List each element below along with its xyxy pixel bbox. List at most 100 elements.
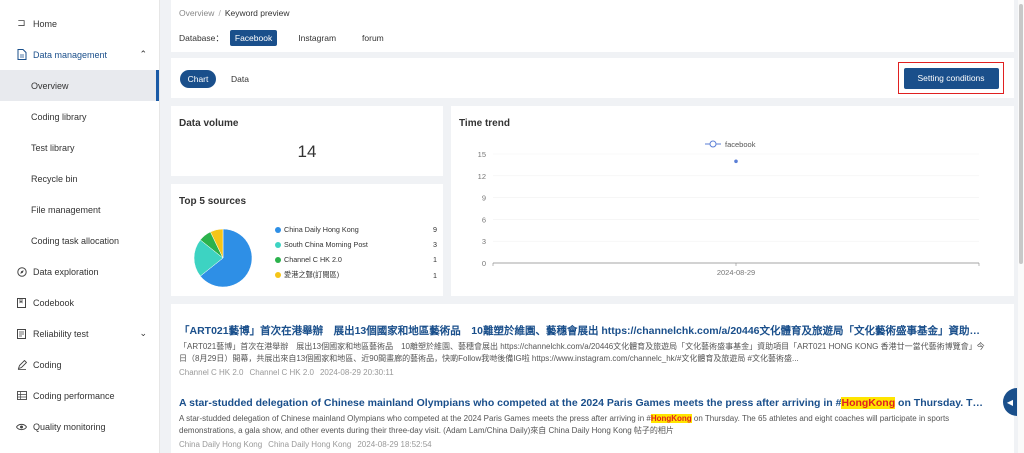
- sidebar-subitem-test-library[interactable]: Test library: [0, 132, 159, 163]
- sidebar-item-label: Reliability test: [33, 328, 89, 339]
- book-icon: [16, 297, 27, 308]
- sidebar: ⊐ Home Data management ⌃ Overview Coding…: [0, 0, 160, 453]
- article-time: 2024-08-29 18:52:54: [357, 440, 432, 449]
- legend-label: Channel C HK 2.0: [284, 255, 342, 264]
- sidebar-item-label: Data management: [33, 49, 108, 60]
- legend-label: 愛港之聲(訂閱區): [284, 270, 340, 279]
- view-toolbar: Chart Data Setting conditions: [171, 58, 1014, 98]
- database-option-instagram[interactable]: Instagram: [293, 30, 341, 46]
- table-icon: [16, 390, 27, 401]
- sidebar-subitem-file-management[interactable]: File management: [0, 194, 159, 225]
- article-time: 2024-08-29 20:30:11: [319, 368, 394, 377]
- sidebar-subitem-overview[interactable]: Overview: [0, 70, 159, 101]
- breadcrumb: Overview / Keyword preview: [179, 8, 290, 18]
- scrollbar-thumb[interactable]: [1019, 4, 1023, 264]
- legend-item[interactable]: South China Morning Post 3: [275, 240, 437, 249]
- article-source: Channel C HK 2.0: [179, 368, 244, 377]
- sidebar-item-codebook[interactable]: Codebook: [0, 287, 159, 318]
- top-sources-title: Top 5 sources: [179, 196, 247, 207]
- time-trend-card: Time trend 0 3 6 9 12 15 2024-08-29 facebook: [451, 106, 1014, 296]
- home-icon: ⊐: [17, 18, 26, 29]
- chevron-left-icon: ◀: [1006, 397, 1014, 407]
- sidebar-item-label: Codebook: [33, 297, 75, 308]
- legend-swatch: [275, 226, 281, 233]
- list-item[interactable]: 「ART021藝博」首次在港舉辦 展出13個國家和地區藝術品 10離塑於維園、藝…: [179, 324, 987, 379]
- sidebar-item-label: Coding performance: [33, 390, 115, 401]
- sidebar-subitem-coding-task-allocation[interactable]: Coding task allocation: [0, 225, 159, 256]
- legend-label: South China Morning Post: [284, 240, 368, 249]
- line-chart: 0 3 6 9 12 15 2024-08-29 facebook: [478, 140, 980, 277]
- data-volume-title: Data volume: [179, 118, 239, 129]
- main-content: Overview / Keyword preview Database： Faceb…: [161, 0, 1024, 453]
- breadcrumb-overview[interactable]: Overview: [179, 8, 214, 18]
- eye-icon: [16, 421, 27, 432]
- page-scrollbar[interactable]: [1018, 0, 1024, 453]
- legend-label: China Daily Hong Kong: [284, 225, 359, 234]
- article-title-text: on Thursday. The 65 athl...: [898, 397, 987, 409]
- article-source: China Daily Hong Kong: [268, 440, 352, 449]
- y-tick-label: 6: [482, 215, 486, 224]
- breadcrumb-separator: /: [218, 8, 221, 18]
- sidebar-item-data-management[interactable]: Data management ⌃: [0, 39, 159, 70]
- article-title-text: A star-studded delegation of Chinese mai…: [179, 397, 842, 409]
- y-tick-label: 15: [478, 150, 486, 159]
- sidebar-subitem-recycle-bin[interactable]: Recycle bin: [0, 163, 159, 194]
- pie-chart: [193, 228, 253, 288]
- legend-label[interactable]: facebook: [725, 140, 756, 149]
- setting-conditions-button[interactable]: Setting conditions: [903, 67, 999, 89]
- legend-count: 1: [433, 255, 437, 264]
- article-body-text: A star-studded delegation of Chinese mai…: [179, 414, 651, 423]
- legend-count: 3: [433, 240, 437, 249]
- sidebar-item-quality-monitoring[interactable]: Quality monitoring: [0, 411, 159, 442]
- sidebar-item-data-exploration[interactable]: Data exploration: [0, 256, 159, 287]
- sidebar-subitem-label: Recycle bin: [31, 173, 78, 184]
- data-point[interactable]: [734, 159, 738, 164]
- data-volume-value: 14: [297, 142, 317, 161]
- article-title[interactable]: 「ART021藝博」首次在港舉辦 展出13個國家和地區藝術品 10離塑於維園、藝…: [179, 324, 987, 338]
- sidebar-subitem-label: File management: [31, 204, 101, 215]
- x-tick-label: 2024-08-29: [717, 268, 755, 277]
- article-body: 「ART021藝博」首次在港舉辦 展出13個國家和地區藝術品 10離塑於維園、藝…: [179, 342, 985, 363]
- y-tick-label: 9: [482, 194, 486, 203]
- y-tick-label: 0: [482, 259, 486, 268]
- tab-chart[interactable]: Chart: [180, 70, 216, 88]
- legend-swatch: [275, 256, 281, 263]
- database-option-forum[interactable]: forum: [357, 30, 389, 46]
- sidebar-subitem-coding-library[interactable]: Coding library: [0, 101, 159, 132]
- chevron-up-icon: ⌃: [139, 49, 147, 59]
- legend-item[interactable]: China Daily Hong Kong 9: [275, 225, 437, 234]
- article-meta: China Daily Hong Kong China Daily Hong Ko…: [179, 439, 987, 451]
- sidebar-item-label: Coding: [33, 359, 62, 370]
- database-selector: Database： Facebook Instagram forum: [179, 30, 405, 46]
- legend-count: 1: [433, 270, 437, 280]
- keyword-highlight: HongKong: [841, 397, 896, 409]
- tab-data[interactable]: Data: [225, 70, 255, 88]
- sidebar-item-coding[interactable]: Coding: [0, 349, 159, 380]
- sidebar-subitem-label: Coding library: [31, 111, 87, 122]
- data-volume-card: Data volume 14: [171, 106, 443, 176]
- article-body: A star-studded delegation of Chinese mai…: [179, 413, 987, 437]
- database-label: Database：: [179, 33, 224, 43]
- sidebar-item-label: Quality monitoring: [33, 421, 106, 432]
- chevron-down-icon: ⌄: [139, 328, 147, 338]
- sidebar-item-home[interactable]: ⊐ Home: [0, 8, 159, 39]
- y-tick-label: 3: [482, 237, 486, 246]
- article-source: Channel C HK 2.0: [249, 368, 314, 377]
- legend-swatch: [275, 272, 281, 278]
- legend-item[interactable]: 愛港之聲(訂閱區) 1: [275, 270, 437, 280]
- list-item[interactable]: A star-studded delegation of Chinese mai…: [179, 396, 987, 451]
- sidebar-subitem-label: Coding task allocation: [31, 235, 120, 246]
- compass-icon: [16, 266, 27, 277]
- y-tick-label: 12: [478, 172, 486, 181]
- legend-item[interactable]: Channel C HK 2.0 1: [275, 255, 437, 264]
- page-header: Overview / Keyword preview Database： Faceb…: [171, 0, 1014, 52]
- sidebar-item-coding-performance[interactable]: Coding performance: [0, 380, 159, 411]
- sidebar-subitem-label: Test library: [31, 142, 75, 153]
- sidebar-item-reliability-test[interactable]: Reliability test ⌄: [0, 318, 159, 349]
- database-option-facebook[interactable]: Facebook: [229, 30, 278, 46]
- legend-marker[interactable]: [709, 140, 717, 148]
- sidebar-item-label: Home: [33, 18, 58, 29]
- article-title[interactable]: A star-studded delegation of Chinese mai…: [179, 396, 987, 410]
- article-source: China Daily Hong Kong: [179, 440, 263, 449]
- pen-icon: [16, 359, 27, 370]
